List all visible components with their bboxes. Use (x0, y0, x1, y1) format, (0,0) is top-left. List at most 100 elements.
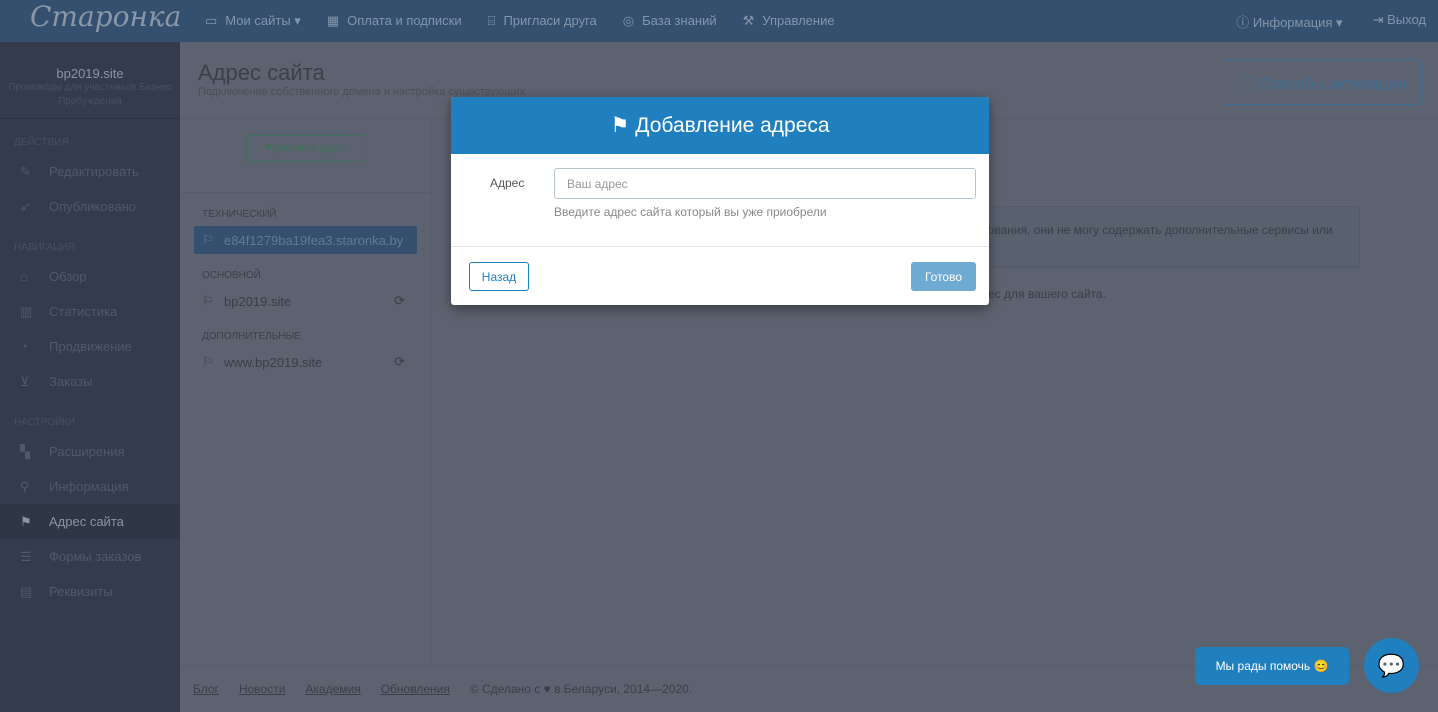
button-label: Добавить адрес (272, 143, 348, 154)
address-list-panel: ⚑ Добавить адрес Технический ⚐ e84f1279ba… (180, 119, 432, 665)
pencil-icon: ✎ (20, 163, 31, 179)
info-text-2: ес для вашего сайта. (988, 287, 1106, 301)
sidebar-label: Расширения (49, 444, 125, 459)
logout-label: Выход (1387, 11, 1426, 27)
sidebar: bp2019.site Промокоды для участников Биз… (0, 42, 180, 712)
nav-invite[interactable]: ⌸ Пригласи друга (488, 13, 597, 29)
nav-label: База знаний (642, 13, 717, 28)
back-button[interactable]: Назад (469, 262, 529, 291)
sidebar-item-requisites[interactable]: ▤ Реквизиты (0, 574, 180, 609)
signpost-icon: ⚐ (202, 232, 214, 247)
section-title: Настройки (14, 417, 76, 428)
sidebar-item-overview[interactable]: ⌂ Обзор (0, 259, 180, 294)
sidebar-item-site-address[interactable]: ⚑ Адрес сайта (0, 504, 180, 539)
chat-bubble-icon: 💬 (1377, 652, 1406, 678)
info-text: рования, они не могу содержать дополните… (981, 223, 1333, 237)
inbox-icon: ▭ (205, 13, 218, 28)
sidebar-item-edit[interactable]: ✎ Редактировать (0, 154, 180, 189)
nav-my-sites[interactable]: ▭ Мои сайты ▾ (205, 13, 301, 29)
address-text: www.bp2019.site (224, 354, 323, 370)
logout-icon: ⇥ (1372, 11, 1388, 27)
address-label: Адрес (490, 176, 525, 190)
nav-knowledge-base[interactable]: ◎ База знаний (623, 13, 717, 29)
logo[interactable]: Старонка (0, 0, 181, 33)
nav-label: Оплата и подписки (347, 13, 462, 28)
address-hint: Введите адрес сайта который вы уже приоб… (554, 205, 827, 219)
site-description: Промокоды для участников Бизнес Пробужде… (8, 82, 172, 107)
sidebar-label: Формы заказов (49, 549, 142, 564)
address-item[interactable]: ⚐ www.bp2019.site ⟳ (194, 348, 417, 376)
address-input[interactable] (554, 168, 976, 199)
sidebar-label: Информация (49, 479, 129, 494)
sidebar-item-published[interactable]: ➶ Опубликовано (0, 189, 180, 224)
nav-manage[interactable]: ⚒ Управление (743, 13, 835, 29)
list-icon: ☰ (20, 548, 32, 564)
signpost-icon: ⚐ (202, 293, 214, 308)
footer-link-updates[interactable]: Обновления (381, 682, 450, 696)
sidebar-label: Редактировать (49, 164, 139, 179)
sidebar-item-information[interactable]: ⚲ Информация (0, 469, 180, 504)
modal-title: Добавление адреса (635, 113, 830, 137)
sidebar-label: Реквизиты (49, 584, 113, 599)
signpost-icon: ⚑ (20, 513, 32, 529)
address-text: e84f1279ba19fea3.staronka.by (224, 232, 404, 248)
nav-label: Пригласи друга (503, 13, 597, 28)
footer-link-blog[interactable]: Блог (193, 682, 219, 696)
info-icon: ⓘ (1236, 14, 1253, 30)
info-menu[interactable]: ⓘ Информация ▾ (1236, 12, 1342, 31)
copyright: © Сделано с ♥ в Беларуси, 2014—2020. (469, 682, 693, 696)
search-icon: ⚲ (20, 478, 30, 494)
nav-payment[interactable]: ▦ Оплата и подписки (327, 13, 462, 29)
gift-icon: ⌸ (487, 13, 496, 28)
sidebar-label: Обзор (49, 269, 87, 284)
lifebuoy-icon: ◎ (622, 13, 635, 28)
rocket-icon: ➶ (20, 198, 31, 214)
sidebar-item-order-forms[interactable]: ☰ Формы заказов (0, 539, 180, 574)
nav-label: Управление (762, 13, 835, 28)
info-icon: ⓘ (1237, 76, 1259, 93)
nav-label: Мои сайты ▾ (225, 13, 301, 28)
address-text: bp2019.site (224, 293, 292, 309)
add-address-button[interactable]: ⚑ Добавить адрес (245, 135, 366, 162)
sidebar-label: Заказы (49, 374, 93, 389)
gauge-icon: ◔ (20, 339, 28, 354)
chat-button[interactable]: 💬 (1364, 638, 1419, 693)
section-title: Действия (14, 137, 69, 148)
group-label: Основной (202, 270, 261, 281)
info-box: рования, они не могу содержать дополните… (980, 206, 1360, 268)
refresh-icon[interactable]: ⟳ (394, 293, 405, 309)
calendar-icon: ▦ (326, 13, 340, 28)
sidebar-label: Адрес сайта (49, 514, 124, 529)
signpost-icon: ⚐ (202, 354, 214, 369)
footer-link-news[interactable]: Новости (239, 682, 285, 696)
activation-methods-button[interactable]: ⓘ Способы активации (1222, 59, 1421, 105)
logout-button[interactable]: ⇥ Выход (1373, 12, 1426, 31)
sidebar-label: Опубликовано (49, 199, 136, 214)
refresh-icon[interactable]: ⟳ (394, 354, 405, 370)
info-label: Информация ▾ (1252, 14, 1343, 30)
button-label: Способы активации (1258, 76, 1406, 93)
site-name: bp2019.site (56, 66, 124, 81)
address-item[interactable]: ⚐ bp2019.site ⟳ (194, 287, 417, 315)
sidebar-item-promotion[interactable]: ◔ Продвижение (0, 329, 180, 364)
wrench-icon: ⚒ (742, 13, 755, 28)
sidebar-item-stats[interactable]: ▥ Статистика (0, 294, 180, 329)
group-label: Технический (202, 209, 277, 220)
section-title: Навигация (14, 242, 75, 253)
footer-link-academy[interactable]: Академия (305, 682, 360, 696)
sidebar-item-extensions[interactable]: ▚ Расширения (0, 434, 180, 469)
address-item[interactable]: ⚐ e84f1279ba19fea3.staronka.by (194, 226, 417, 254)
signpost-icon: ⚑ (610, 114, 630, 137)
grid-icon: ▚ (20, 443, 30, 459)
cart-icon: ⊻ (20, 373, 30, 389)
chat-greeting[interactable]: Мы рады помочь 😊 (1195, 647, 1349, 685)
done-button[interactable]: Готово (911, 262, 976, 291)
book-icon: ▤ (20, 583, 33, 599)
bar-chart-icon: ▥ (20, 303, 33, 319)
sidebar-label: Продвижение (49, 339, 132, 354)
sidebar-item-orders[interactable]: ⊻ Заказы (0, 364, 180, 399)
signpost-icon: ⚑ (263, 143, 273, 154)
home-icon: ⌂ (20, 269, 28, 284)
add-address-modal: ⚑Добавление адреса Адрес Введите адрес с… (451, 97, 989, 305)
group-label: Дополнительные (202, 331, 302, 342)
